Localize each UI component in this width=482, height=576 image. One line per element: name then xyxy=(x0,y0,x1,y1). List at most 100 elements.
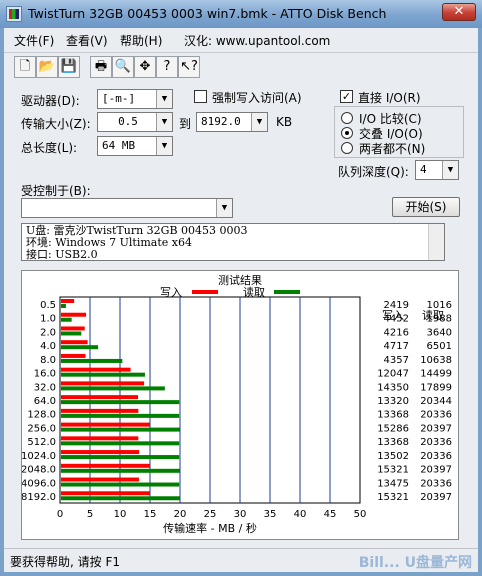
transfer-from-select[interactable]: 0.5 ▼ xyxy=(97,112,173,132)
overlap-io-radio[interactable] xyxy=(341,127,353,139)
bar-write xyxy=(61,381,145,386)
scrollbar[interactable] xyxy=(428,224,444,260)
io-compare-radio[interactable] xyxy=(341,112,353,124)
value-read: 10638 xyxy=(420,355,452,366)
chevron-down-icon[interactable]: ▼ xyxy=(442,161,458,179)
queue-depth-value: 4 xyxy=(420,163,427,176)
x-axis-label: 传输速率 - MB / 秒 xyxy=(163,521,257,535)
y-tick-label: 2.0 xyxy=(40,327,56,338)
value-read: 20336 xyxy=(420,451,452,462)
save-icon[interactable]: 💾 xyxy=(58,56,80,78)
menu-view[interactable]: 查看(V) xyxy=(66,32,108,49)
y-tick-label: 16.0 xyxy=(34,369,56,380)
bar-read xyxy=(61,304,66,308)
total-length-value: 64 MB xyxy=(102,139,136,152)
results-panel: 测试结果 写入 读取 写入 读取 0 5 10 15 20 25 30 35 40 45 50 传输速率 - M… xyxy=(21,270,459,540)
print-preview-icon[interactable]: 🔍 xyxy=(112,56,134,78)
x-tick-label: 30 xyxy=(234,509,247,520)
controlled-by-select[interactable]: ▼ xyxy=(21,198,233,218)
drive-label: 驱动器(D): xyxy=(21,94,80,108)
y-tick-label: 0.5 xyxy=(40,300,56,311)
context-help-icon[interactable]: ↖? xyxy=(178,56,200,78)
bar-write xyxy=(61,477,139,482)
bar-read xyxy=(61,482,180,487)
value-write: 13320 xyxy=(377,396,409,407)
bar-write xyxy=(61,422,150,427)
bar-read xyxy=(61,468,180,473)
transfer-to-select[interactable]: 8192.0 ▼ xyxy=(196,112,268,132)
value-read: 20336 xyxy=(420,437,452,448)
bar-read xyxy=(61,317,72,322)
title-bar[interactable]: TwistTurn 32GB 00453 0003 win7.bmk - ATT… xyxy=(0,0,482,28)
new-document-icon[interactable]: 🗋 xyxy=(14,56,36,78)
x-tick-label: 25 xyxy=(204,509,217,520)
bar-write xyxy=(61,299,75,303)
force-write-checkbox[interactable] xyxy=(194,90,207,103)
direct-io-checkbox[interactable]: ✓ xyxy=(340,90,353,103)
bar-read xyxy=(61,345,99,350)
value-write: 15321 xyxy=(377,465,409,476)
app-window: TwistTurn 32GB 00453 0003 win7.bmk - ATT… xyxy=(0,0,482,576)
watermark: Bill... U盘量产网 xyxy=(358,555,472,571)
results-chart: 测试结果写入 读取写入 读取0 5 10 15 20 25 30 35 40 45 50传输速率 - M… xyxy=(21,274,452,535)
bar-read xyxy=(61,386,165,391)
print-icon[interactable]: 🖶 xyxy=(90,56,112,78)
y-tick-label: 8192.0 xyxy=(22,492,56,503)
chevron-down-icon[interactable]: ▼ xyxy=(216,199,232,217)
direct-io-label: 直接 I/O(R) xyxy=(358,91,421,105)
chevron-down-icon[interactable]: ▼ xyxy=(156,90,172,108)
drive-value: [-m-] xyxy=(102,92,136,105)
app-icon xyxy=(6,6,22,22)
menu-file[interactable]: 文件(F) xyxy=(14,32,54,49)
status-bar: 要获得帮助, 请按 F1 Bill... U盘量产网 xyxy=(4,548,478,572)
value-read: 6501 xyxy=(427,341,452,352)
value-read: 1988 xyxy=(427,314,452,325)
drive-select[interactable]: [-m-] ▼ xyxy=(97,89,173,109)
y-tick-label: 1.0 xyxy=(40,314,56,325)
bar-write xyxy=(61,395,139,400)
value-write: 4452 xyxy=(384,314,409,325)
x-tick-label: 0 xyxy=(57,509,63,520)
neither-radio[interactable] xyxy=(341,142,353,154)
y-tick-label: 64.0 xyxy=(34,396,56,407)
info-line-interface: 接口: USB2.0 xyxy=(26,248,98,261)
value-write: 13475 xyxy=(377,478,409,489)
value-read: 20397 xyxy=(420,423,452,434)
move-icon[interactable]: ✥ xyxy=(134,56,156,78)
chevron-down-icon[interactable]: ▼ xyxy=(156,137,172,155)
value-read: 1016 xyxy=(427,300,452,311)
help-icon[interactable]: ? xyxy=(156,56,178,78)
transfer-size-label: 传输大小(Z): xyxy=(21,117,91,131)
neither-label: 两者都不(N) xyxy=(359,142,426,156)
bar-read xyxy=(61,372,145,377)
bar-write xyxy=(61,463,150,468)
chevron-down-icon[interactable]: ▼ xyxy=(156,113,172,131)
value-write: 14350 xyxy=(377,382,409,393)
force-write-label: 强制写入访问(A) xyxy=(212,91,302,105)
value-read: 14499 xyxy=(420,369,452,380)
value-write: 2419 xyxy=(384,300,409,311)
menu-localization: 汉化: www.upantool.com xyxy=(184,34,331,48)
menu-help[interactable]: 帮助(H) xyxy=(120,32,162,49)
bar-read xyxy=(61,331,82,336)
value-read: 20336 xyxy=(420,478,452,489)
close-button[interactable]: ✕ xyxy=(442,3,476,21)
y-tick-label: 32.0 xyxy=(34,382,56,393)
bar-read xyxy=(61,455,180,460)
bar-read xyxy=(61,441,180,446)
queue-depth-select[interactable]: 4 ▼ xyxy=(415,160,459,180)
y-tick-label: 512.0 xyxy=(27,437,56,448)
x-tick-label: 40 xyxy=(294,509,307,520)
total-length-select[interactable]: 64 MB ▼ xyxy=(97,136,173,156)
start-button[interactable]: 开始(S) xyxy=(392,197,460,217)
transfer-from-value: 0.5 xyxy=(118,115,138,128)
x-tick-label: 35 xyxy=(264,509,277,520)
legend-swatch-write xyxy=(192,290,218,294)
open-folder-icon[interactable]: 📂 xyxy=(36,56,58,78)
chevron-down-icon[interactable]: ▼ xyxy=(251,113,267,131)
y-tick-label: 4.0 xyxy=(40,341,56,352)
bar-write xyxy=(61,436,139,441)
value-write: 4357 xyxy=(384,355,409,366)
menu-bar: 文件(F) 查看(V) 帮助(H) 汉化: www.upantool.com xyxy=(4,28,478,50)
description-textbox[interactable]: U盘: 雷克沙TwistTurn 32GB 00453 0003 环境: Win… xyxy=(21,223,445,261)
